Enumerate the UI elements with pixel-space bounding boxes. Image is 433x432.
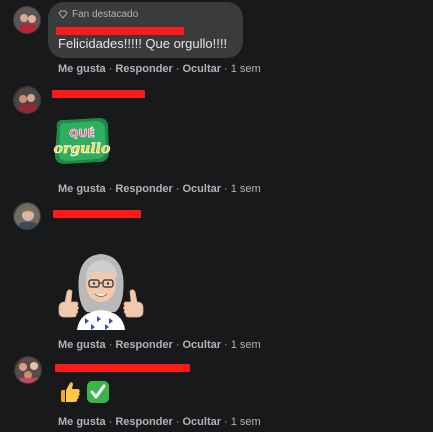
comment-actions: Me gusta · Responder · Ocultar · 1 sem bbox=[58, 339, 261, 351]
comment-actions: Me gusta · Responder · Ocultar · 1 sem bbox=[58, 63, 261, 75]
separator: · bbox=[108, 63, 113, 75]
thumbs-up-icon bbox=[58, 380, 82, 404]
avatar[interactable] bbox=[13, 86, 41, 114]
sticker-text-line1: QUÉ bbox=[69, 127, 95, 140]
separator: · bbox=[108, 183, 113, 195]
like-button[interactable]: Me gusta bbox=[58, 183, 106, 195]
timestamp[interactable]: 1 sem bbox=[231, 339, 261, 351]
reply-button[interactable]: Responder bbox=[115, 339, 172, 351]
timestamp[interactable]: 1 sem bbox=[231, 63, 261, 75]
separator: · bbox=[175, 339, 180, 351]
comment-text: Felicidades!!!!! Que orgullo!!!! bbox=[58, 36, 228, 51]
comment-bubble: Fan destacado Felicidades!!!!! Que orgul… bbox=[48, 2, 243, 58]
emoji-reply bbox=[58, 380, 110, 404]
separator: · bbox=[175, 183, 180, 195]
check-mark-icon bbox=[86, 380, 110, 404]
like-button[interactable]: Me gusta bbox=[58, 63, 106, 75]
separator: · bbox=[224, 416, 228, 428]
reply-button[interactable]: Responder bbox=[115, 63, 172, 75]
like-button[interactable]: Me gusta bbox=[58, 416, 106, 428]
top-fan-badge[interactable]: Fan destacado bbox=[58, 9, 138, 20]
separator: · bbox=[175, 63, 180, 75]
separator: · bbox=[224, 339, 228, 351]
diamond-icon bbox=[58, 10, 68, 19]
hide-button[interactable]: Ocultar bbox=[183, 183, 222, 195]
reply-button[interactable]: Responder bbox=[115, 183, 172, 195]
redacted-name bbox=[55, 364, 190, 372]
comment-actions: Me gusta · Responder · Ocultar · 1 sem bbox=[58, 416, 261, 428]
redacted-name bbox=[56, 27, 184, 35]
separator: · bbox=[224, 183, 228, 195]
que-orgullo-sticker: QUÉ orgullo bbox=[51, 115, 113, 167]
separator: · bbox=[175, 416, 180, 428]
redacted-name bbox=[53, 210, 141, 218]
timestamp[interactable]: 1 sem bbox=[231, 183, 261, 195]
avatar[interactable] bbox=[13, 202, 41, 230]
hide-button[interactable]: Ocultar bbox=[183, 416, 222, 428]
hide-button[interactable]: Ocultar bbox=[183, 63, 222, 75]
comment-actions: Me gusta · Responder · Ocultar · 1 sem bbox=[58, 183, 261, 195]
separator: · bbox=[224, 63, 228, 75]
sticker-text-line2: orgullo bbox=[54, 141, 111, 157]
separator: · bbox=[108, 339, 113, 351]
timestamp[interactable]: 1 sem bbox=[231, 416, 261, 428]
reply-button[interactable]: Responder bbox=[115, 416, 172, 428]
separator: · bbox=[108, 416, 113, 428]
avatar-thumbs-up-sticker bbox=[55, 246, 147, 330]
redacted-name bbox=[52, 90, 145, 98]
badge-label: Fan destacado bbox=[72, 9, 139, 20]
hide-button[interactable]: Ocultar bbox=[183, 339, 222, 351]
like-button[interactable]: Me gusta bbox=[58, 339, 106, 351]
avatar[interactable] bbox=[14, 356, 42, 384]
avatar[interactable] bbox=[13, 6, 41, 34]
